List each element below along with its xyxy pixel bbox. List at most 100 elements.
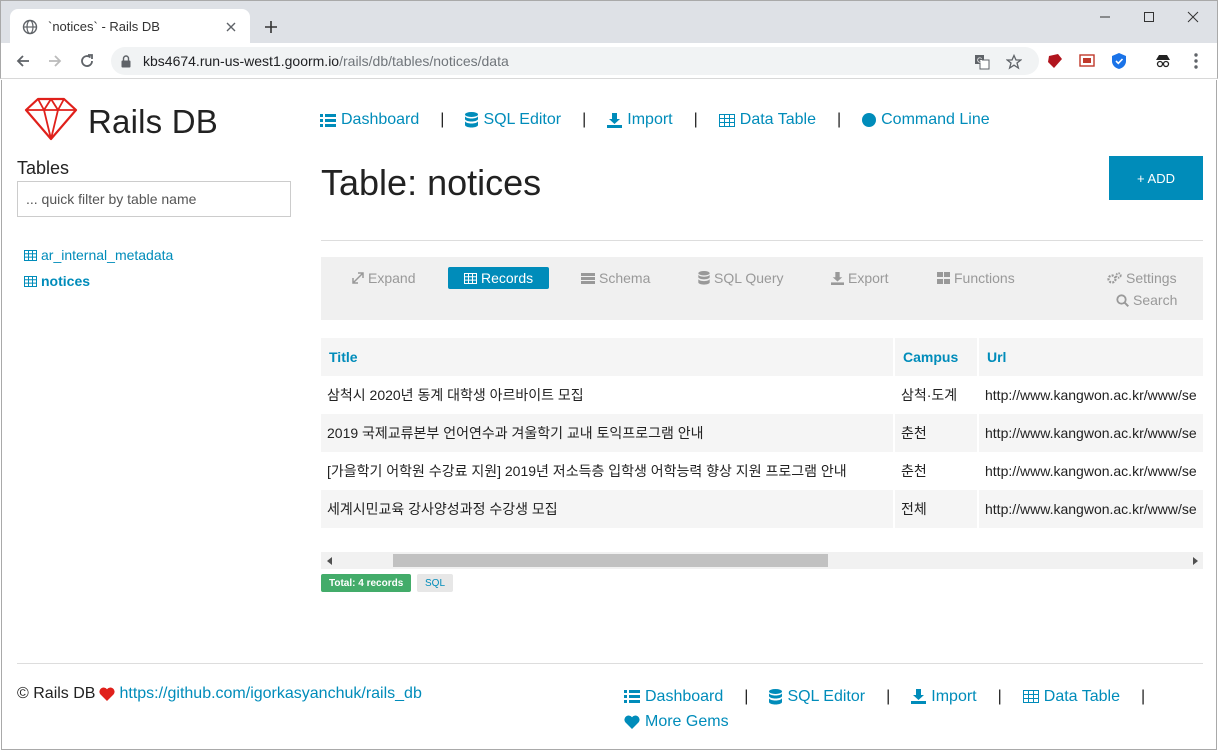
cell-campus: 춘천 [895, 414, 979, 452]
footer-nav: Dashboard | SQL Editor | Import | Data T… [624, 684, 1184, 734]
tab-settings-label: Settings [1126, 270, 1177, 286]
cell-url: http://www.kangwon.ac.kr/www/se [979, 490, 1203, 528]
tab-functions-label: Functions [954, 270, 1015, 286]
heart-icon [624, 715, 640, 729]
divider [321, 240, 1203, 241]
spy-extension-icon[interactable] [1154, 52, 1172, 70]
translate-icon[interactable]: G [973, 53, 991, 71]
ruby-logo-icon [24, 97, 78, 146]
browser-tab[interactable]: `notices` - Rails DB [10, 9, 250, 44]
nav-separator: | [440, 111, 445, 128]
nav-import[interactable]: Import [607, 111, 673, 129]
page-content: Rails DB Tables ar_internal_metadata not… [1, 80, 1217, 750]
address-bar[interactable]: kbs4674.run-us-west1.goorm.io/rails/db/t… [111, 47, 1039, 75]
footer-copyright: © Rails DB [17, 685, 96, 702]
tab-settings[interactable]: Settings [1107, 267, 1177, 289]
page-title: Table: notices [321, 162, 542, 203]
cell-title: 세계시민교육 강사양성과정 수강생 모집 [321, 490, 895, 528]
list-icon [320, 113, 336, 127]
scroll-right-arrow-icon[interactable] [1186, 552, 1203, 569]
tab-functions[interactable]: Functions [937, 267, 1015, 289]
circle-icon [862, 113, 877, 127]
github-link[interactable]: https://github.com/igorkasyanchuk/rails_… [119, 685, 421, 703]
nav-separator: | [1140, 687, 1146, 705]
maximize-button[interactable] [1126, 3, 1172, 31]
tab-schema[interactable]: Schema [581, 267, 650, 289]
footer-nav-sql-editor-label: SQL Editor [787, 687, 866, 705]
list-icon [624, 690, 640, 703]
footer-nav-dashboard[interactable]: Dashboard [624, 688, 723, 706]
scroll-left-arrow-icon[interactable] [321, 552, 338, 569]
table-row[interactable]: 세계시민교육 강사양성과정 수강생 모집 전체 http://www.kangw… [321, 490, 1203, 528]
logo[interactable]: Rails DB [24, 97, 218, 146]
horizontal-scrollbar[interactable] [321, 552, 1203, 569]
records-table: Title Campus Url 삼척시 2020년 동계 대학생 아르바이트 … [321, 338, 1203, 528]
nav-separator: | [836, 111, 842, 128]
table-action-tabs: Expand Records Schema SQL Query Export F… [321, 257, 1203, 320]
url-path: /rails/db/tables/notices/data [339, 53, 509, 69]
tab-sql-query[interactable]: SQL Query [698, 267, 784, 289]
footer-nav-dashboard-label: Dashboard [645, 687, 724, 705]
new-tab-button[interactable] [259, 15, 283, 39]
table-header-row: Title Campus Url [321, 338, 1203, 376]
star-icon[interactable] [1005, 53, 1023, 71]
globe-icon [22, 19, 38, 35]
tab-search[interactable]: Search [1116, 289, 1177, 311]
total-records-badge: Total: 4 records [321, 574, 412, 592]
column-header-title[interactable]: Title [321, 338, 895, 376]
table-row[interactable]: 삼척시 2020년 동계 대학생 아르바이트 모집 삼척·도계 http://w… [321, 376, 1203, 414]
reload-icon[interactable] [73, 47, 101, 75]
nav-dashboard[interactable]: Dashboard [320, 111, 419, 129]
table-icon [464, 272, 477, 284]
scrollbar-thumb[interactable] [393, 554, 828, 567]
table-row[interactable]: [가을학기 어학원 수강료 지원] 2019년 저소득층 입학생 어학능력 향상… [321, 452, 1203, 490]
ruby-extension-icon[interactable] [1046, 52, 1064, 70]
footer-nav-import[interactable]: Import [911, 687, 977, 706]
footer-nav-sql-editor[interactable]: SQL Editor [769, 688, 865, 706]
cell-title: 2019 국제교류본부 언어연수과 겨울학기 교내 토익프로그램 안내 [321, 414, 895, 452]
column-header-url[interactable]: Url [979, 338, 1203, 376]
tab-records-label: Records [481, 270, 534, 286]
grid-icon [937, 272, 950, 284]
table-filter-input[interactable] [17, 181, 291, 217]
footer-nav-import-label: Import [931, 687, 977, 705]
footer-nav-more-gems[interactable]: More Gems [624, 713, 729, 731]
sidebar-title: Tables [17, 158, 70, 178]
footer-nav-more-gems-label: More Gems [645, 712, 729, 730]
footer-credits: © Rails DB https://github.com/igorkasyan… [17, 685, 422, 703]
tab-expand[interactable]: Expand [352, 267, 415, 289]
back-arrow-icon[interactable] [9, 47, 37, 75]
top-nav: Dashboard | SQL Editor | Import | Data T… [320, 111, 990, 129]
table-link-notices[interactable]: notices [24, 268, 173, 294]
nav-command-line-label: Command Line [881, 111, 990, 128]
browser-toolbar: kbs4674.run-us-west1.goorm.io/rails/db/t… [0, 43, 1218, 79]
cast-extension-icon[interactable] [1078, 52, 1096, 70]
tab-records[interactable]: Records [448, 267, 550, 289]
table-list: ar_internal_metadata notices [24, 242, 173, 294]
cell-title: [가을학기 어학원 수강료 지원] 2019년 저소득층 입학생 어학능력 향상… [321, 452, 895, 490]
nav-sql-editor[interactable]: SQL Editor [465, 111, 561, 129]
table-row[interactable]: 2019 국제교류본부 언어연수과 겨울학기 교내 토익프로그램 안내 춘천 h… [321, 414, 1203, 452]
column-header-campus[interactable]: Campus [895, 338, 979, 376]
tab-sql-query-label: SQL Query [714, 270, 784, 286]
cell-title: 삼척시 2020년 동계 대학생 아르바이트 모집 [321, 376, 895, 414]
table-link-ar-internal-metadata[interactable]: ar_internal_metadata [24, 242, 173, 268]
add-record-button[interactable]: + ADD [1109, 156, 1203, 200]
nav-data-table[interactable]: Data Table [718, 111, 816, 129]
kebab-menu-icon[interactable] [1187, 52, 1205, 70]
nav-command-line[interactable]: Command Line [862, 111, 990, 129]
records-table-container[interactable]: Title Campus Url 삼척시 2020년 동계 대학생 아르바이트 … [321, 338, 1203, 530]
browser-tabstrip: `notices` - Rails DB [0, 0, 1218, 44]
tab-expand-label: Expand [368, 270, 416, 286]
tab-export[interactable]: Export [831, 267, 888, 289]
minimize-button[interactable] [1082, 3, 1128, 31]
footer-nav-data-table[interactable]: Data Table [1022, 687, 1120, 706]
footer-nav-data-table-label: Data Table [1043, 687, 1120, 705]
sql-badge[interactable]: SQL [417, 574, 454, 592]
nav-separator: | [693, 111, 698, 128]
heart-icon [99, 687, 116, 701]
close-icon[interactable] [220, 16, 242, 38]
forward-arrow-icon[interactable] [41, 47, 69, 75]
window-close-button[interactable] [1170, 3, 1216, 31]
shield-extension-icon[interactable] [1110, 52, 1128, 70]
